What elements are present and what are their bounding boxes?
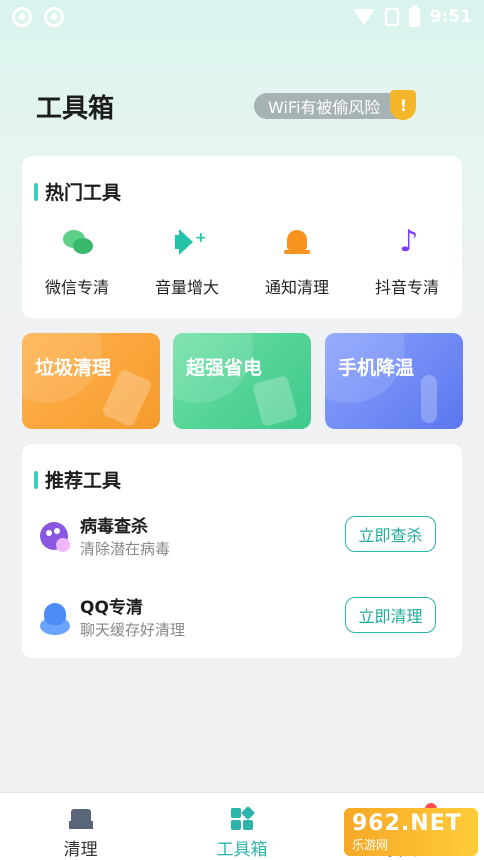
shield-warning-icon: !	[390, 90, 417, 120]
volume-up-icon: +	[169, 224, 207, 260]
feature-label: 手机降温	[338, 357, 415, 379]
watermark-subtext: 乐游网	[352, 838, 389, 852]
feature-label: 超强省电	[186, 357, 263, 379]
toolbox-icon	[230, 805, 256, 830]
battery-icon	[408, 4, 420, 27]
recommended-name: QQ专清	[80, 598, 143, 618]
thermometer-icon	[421, 375, 437, 423]
status-time: 9:51	[429, 7, 472, 27]
hot-tool-label: 微信专清	[44, 278, 109, 297]
wechat-icon	[59, 224, 95, 260]
section-bar	[34, 182, 38, 201]
hot-tool-tiktok[interactable]: ♪ 抖音专清	[352, 224, 462, 298]
recommended-item-virus[interactable]: 病毒查杀 清除潜在病毒 立即查杀	[22, 508, 462, 568]
cool-down-tile[interactable]: 手机降温	[325, 333, 463, 429]
notification-icon	[12, 7, 32, 27]
recommended-desc: 聊天缓存好清理	[80, 621, 186, 639]
page-title: 工具箱	[36, 94, 115, 124]
status-bar: 9:51	[0, 0, 484, 34]
power-save-tile[interactable]: 超强省电	[173, 333, 311, 429]
tab-clean[interactable]: 清理	[0, 793, 161, 860]
qq-clean-button[interactable]: 立即清理	[345, 597, 436, 633]
hot-tools-title: 热门工具	[45, 182, 122, 204]
hot-tools-card: 热门工具 微信专清 + 音量增大 通知清理 ♪ 抖音专清	[22, 156, 462, 318]
recommended-title: 推荐工具	[45, 470, 122, 492]
wifi-warning-badge[interactable]: WiFi有被偷风险 !	[254, 90, 417, 120]
section-title: 热门工具	[34, 178, 121, 205]
virus-icon	[38, 520, 72, 554]
notification-icon	[44, 7, 64, 27]
wifi-icon	[352, 9, 375, 25]
scan-virus-button[interactable]: 立即查杀	[345, 516, 436, 552]
hot-tool-label: 抖音专清	[374, 278, 439, 297]
tiktok-icon: ♪	[399, 224, 419, 259]
sim-icon	[384, 8, 399, 26]
junk-clean-tile[interactable]: 垃圾清理	[22, 333, 160, 429]
recommended-desc: 清除潜在病毒	[80, 540, 171, 558]
watermark-text: 962.NET	[352, 811, 462, 836]
hot-tool-label: 通知清理	[264, 278, 329, 297]
tab-label: 清理	[63, 840, 98, 860]
feature-label: 垃圾清理	[35, 357, 112, 379]
hot-tool-wechat[interactable]: 微信专清	[22, 224, 132, 298]
recommended-item-qq[interactable]: QQ专清 聊天缓存好清理 立即清理	[22, 589, 462, 649]
hot-tool-notification[interactable]: 通知清理	[242, 224, 352, 298]
recommended-tools-card: 推荐工具 病毒查杀 清除潜在病毒 立即查杀 QQ专清 聊天缓存好清理 立即清理	[22, 444, 462, 658]
hot-tool-label: 音量增大	[154, 278, 219, 297]
wifi-warning-text: WiFi有被偷风险	[254, 93, 413, 119]
qq-icon	[38, 601, 72, 635]
tab-label: 工具箱	[216, 840, 268, 860]
bell-icon	[279, 224, 315, 260]
watermark-logo: 962.NET 乐游网	[344, 808, 478, 856]
hot-tool-volume[interactable]: + 音量增大	[132, 224, 242, 298]
section-title: 推荐工具	[34, 466, 121, 493]
recommended-name: 病毒查杀	[80, 517, 148, 537]
battery-icon	[251, 375, 299, 427]
broom-icon	[68, 807, 93, 829]
tab-toolbox[interactable]: 工具箱	[161, 793, 322, 860]
section-bar	[34, 470, 38, 489]
